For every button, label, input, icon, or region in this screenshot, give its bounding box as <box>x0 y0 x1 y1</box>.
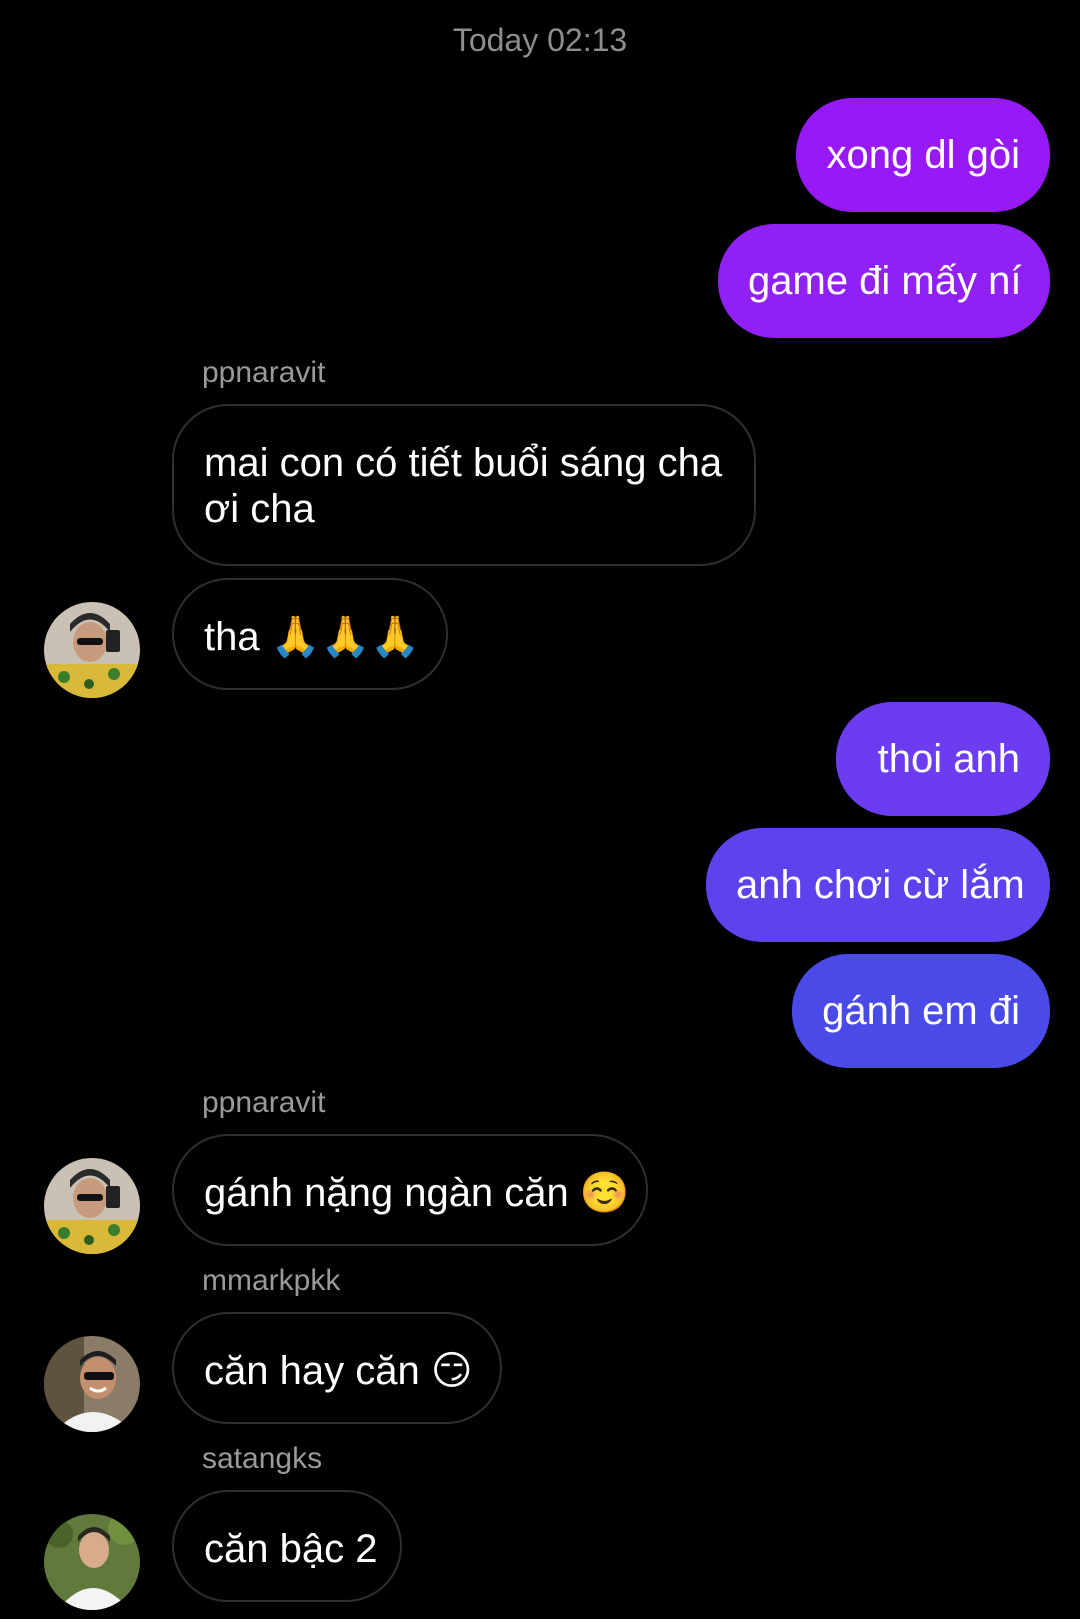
message-text: căn hay căn 😏 <box>204 1349 473 1393</box>
incoming-message[interactable]: gánh nặng ngàn căn ☺️ <box>172 1134 648 1246</box>
incoming-message[interactable]: căn hay căn 😏 <box>172 1312 502 1424</box>
avatar-photo-icon <box>44 1158 140 1254</box>
incoming-message[interactable]: căn bậc 2 <box>172 1490 402 1602</box>
avatar[interactable] <box>44 1158 140 1254</box>
outgoing-message[interactable]: thoi anh <box>836 702 1050 816</box>
message-text: gánh em đi <box>822 989 1020 1033</box>
sender-name: mmarkpkk <box>202 1264 341 1297</box>
outgoing-message[interactable]: gánh em đi <box>792 954 1050 1068</box>
message-text: gánh nặng ngàn căn ☺️ <box>204 1171 630 1215</box>
chat-screen: Today 02:13 xong dl gòi game đi mấy ní p… <box>0 0 1080 1619</box>
message-text: mai con có tiết buổi sáng cha ơi cha <box>204 441 723 531</box>
avatar[interactable] <box>44 602 140 698</box>
message-text: xong dl gòi <box>826 133 1020 177</box>
avatar-photo-icon <box>44 1336 140 1432</box>
outgoing-message[interactable]: xong dl gòi <box>796 98 1050 212</box>
sender-name: ppnaravit <box>202 356 326 389</box>
message-text: căn bậc 2 <box>204 1527 378 1571</box>
incoming-message[interactable]: tha 🙏🙏🙏 <box>172 578 448 690</box>
message-text: thoi anh <box>877 737 1020 781</box>
sender-name: ppnaravit <box>202 1086 326 1119</box>
message-text: tha 🙏🙏🙏 <box>204 615 421 659</box>
timestamp: Today 02:13 <box>452 22 628 58</box>
outgoing-message[interactable]: anh chơi cừ lắm <box>706 828 1050 942</box>
avatar[interactable] <box>44 1514 140 1610</box>
avatar-photo-icon <box>44 602 140 698</box>
avatar-photo-icon <box>44 1514 140 1610</box>
message-text: anh chơi cừ lắm <box>736 863 1025 907</box>
outgoing-message[interactable]: game đi mấy ní <box>718 224 1050 338</box>
sender-name: satangks <box>202 1442 323 1475</box>
message-text: game đi mấy ní <box>748 259 1022 303</box>
incoming-message[interactable]: mai con có tiết buổi sáng cha ơi cha <box>172 404 756 566</box>
avatar[interactable] <box>44 1336 140 1432</box>
